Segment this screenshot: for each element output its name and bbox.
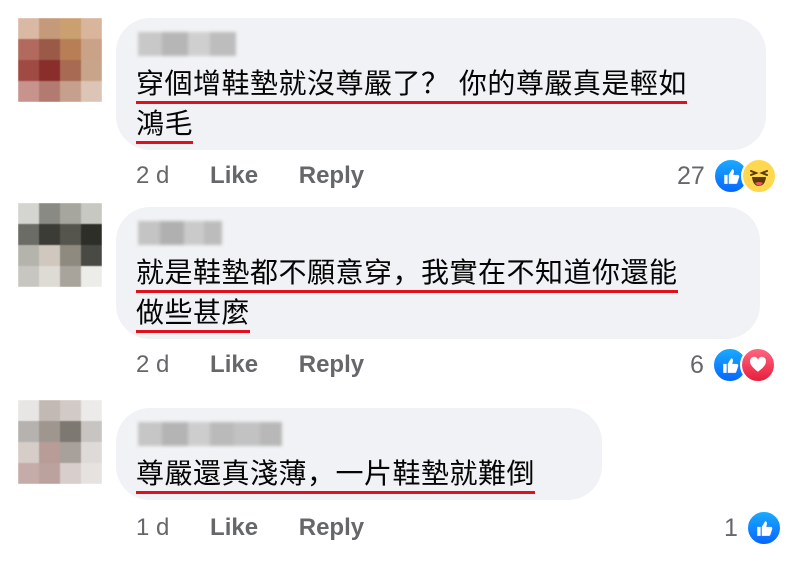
comment-actions: 2 d Like Reply [136,162,398,190]
comment-text-line: 做些甚麼 [136,296,251,333]
reply-button[interactable]: Reply [299,162,364,189]
like-button[interactable]: Like [210,351,258,378]
comment-text: 穿個增鞋墊就沒尊嚴了？ 你的尊嚴真是輕如 鴻毛 [136,64,687,144]
author-name-redacted[interactable] [138,221,222,245]
reaction-summary[interactable]: 27 [677,158,777,194]
comment-text-line: 鴻毛 [136,107,194,144]
comment-text-line: 尊嚴還真淺薄，一片鞋墊就難倒 [136,457,536,494]
reply-button[interactable]: Reply [299,514,364,541]
comment-actions: 2 d Like Reply [136,351,398,379]
comment-age[interactable]: 2 d [136,351,169,378]
reply-button[interactable]: Reply [299,351,364,378]
like-icon [745,510,782,546]
haha-icon [740,158,777,194]
comment-bubble: 尊嚴還真淺薄，一片鞋墊就難倒 [116,408,602,500]
author-name-redacted[interactable] [138,422,282,446]
love-icon [739,347,776,383]
comment-bubble: 穿個增鞋墊就沒尊嚴了？ 你的尊嚴真是輕如 鴻毛 [116,18,766,150]
comment-bubble: 就是鞋墊都不願意穿，我實在不知道你還能 做些甚麼 [116,207,760,339]
reaction-summary[interactable]: 1 [724,510,782,546]
like-button[interactable]: Like [210,162,258,189]
avatar[interactable] [18,18,102,102]
like-button[interactable]: Like [210,514,258,541]
reaction-count: 1 [724,513,738,542]
comment-text-line: 就是鞋墊都不願意穿，我實在不知道你還能 [136,256,678,293]
comment-text: 尊嚴還真淺薄，一片鞋墊就難倒 [136,454,536,494]
comment-actions: 1 d Like Reply [136,514,398,542]
reaction-count: 27 [677,161,705,190]
comment-age[interactable]: 2 d [136,162,169,189]
comment-text-line: 穿個增鞋墊就沒尊嚴了？ 你的尊嚴真是輕如 [136,67,687,104]
author-name-redacted[interactable] [138,32,236,56]
reaction-summary[interactable]: 6 [690,347,776,383]
avatar[interactable] [18,203,102,287]
reaction-count: 6 [690,350,704,379]
comment-text: 就是鞋墊都不願意穿，我實在不知道你還能 做些甚麼 [136,253,678,333]
avatar[interactable] [18,400,102,484]
comment-age[interactable]: 1 d [136,514,169,541]
